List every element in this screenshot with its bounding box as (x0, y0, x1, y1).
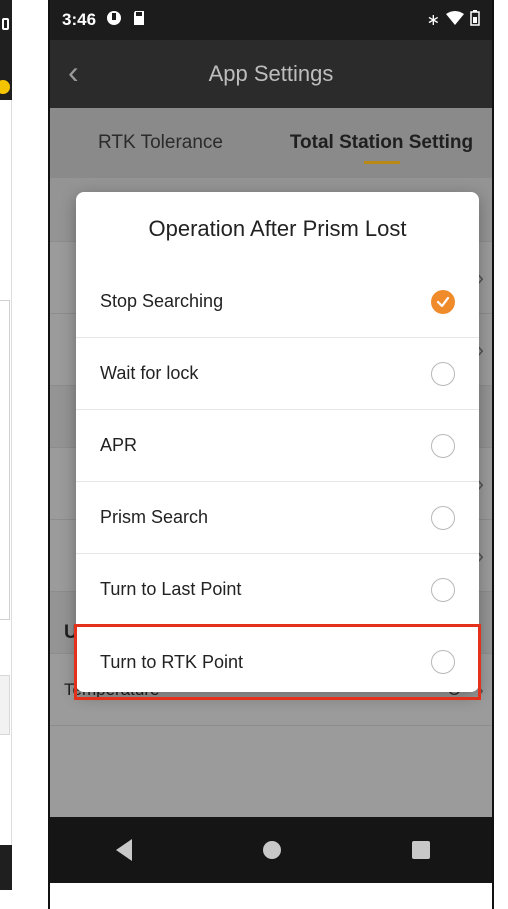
tab-rtk-tolerance[interactable]: RTK Tolerance (50, 108, 271, 178)
recents-nav-icon[interactable] (412, 841, 431, 859)
dialog-title: Operation After Prism Lost (148, 216, 407, 241)
radio-unchecked-icon[interactable] (431, 650, 455, 674)
option-wait-for-lock[interactable]: Wait for lock (76, 338, 479, 410)
option-label: Wait for lock (100, 363, 199, 383)
wifi-icon (446, 10, 464, 30)
adjacent-bar (0, 675, 10, 735)
tab-label: Total Station Setting (289, 132, 474, 153)
status-bar: 3:46 ∗ (50, 0, 492, 40)
operation-after-prism-lost-dialog: Operation After Prism Lost Stop Searchin… (74, 192, 481, 700)
sd-card-icon (132, 10, 146, 31)
radio-checked-icon[interactable] (431, 289, 455, 314)
home-nav-icon[interactable] (262, 841, 281, 859)
tab-label: RTK Tolerance (98, 132, 223, 153)
app-notification-icon (106, 10, 122, 31)
radio-unchecked-icon[interactable] (431, 505, 455, 530)
option-label: Prism Search (100, 507, 209, 527)
system-nav-bar (50, 817, 492, 883)
adjacent-nav-area (0, 845, 12, 890)
option-label: Turn to Last Point (100, 579, 242, 599)
adjacent-screen-slice (0, 0, 12, 890)
option-label: Turn to RTK Point (100, 651, 244, 672)
option-apr[interactable]: APR (76, 410, 479, 482)
app-bar: ‹ App Settings (50, 40, 492, 108)
page-title: App Settings (208, 61, 334, 86)
option-prism-search[interactable]: Prism Search (76, 482, 479, 554)
battery-icon (470, 9, 480, 31)
status-time: 3:46 (62, 10, 97, 29)
option-label: Stop Searching (100, 291, 224, 311)
bottom-margin (50, 883, 492, 909)
active-tab-indicator (363, 161, 400, 164)
back-chevron-icon[interactable]: ‹ (68, 54, 79, 91)
battery-icon (2, 18, 9, 30)
tab-total-station-setting[interactable]: Total Station Setting (271, 108, 492, 178)
option-turn-to-rtk-point[interactable]: Turn to RTK Point (74, 624, 481, 700)
adjacent-panel (0, 300, 10, 620)
radio-unchecked-icon[interactable] (431, 433, 455, 458)
tab-bar: RTK Tolerance Total Station Setting (50, 108, 492, 178)
option-label: APR (100, 435, 138, 455)
radio-unchecked-icon[interactable] (431, 577, 455, 602)
back-nav-icon[interactable] (115, 839, 132, 861)
option-stop-searching[interactable]: Stop Searching (76, 266, 479, 338)
bluetooth-icon: ∗ (426, 12, 440, 29)
option-turn-to-last-point[interactable]: Turn to Last Point (76, 554, 479, 626)
radio-unchecked-icon[interactable] (431, 361, 455, 386)
